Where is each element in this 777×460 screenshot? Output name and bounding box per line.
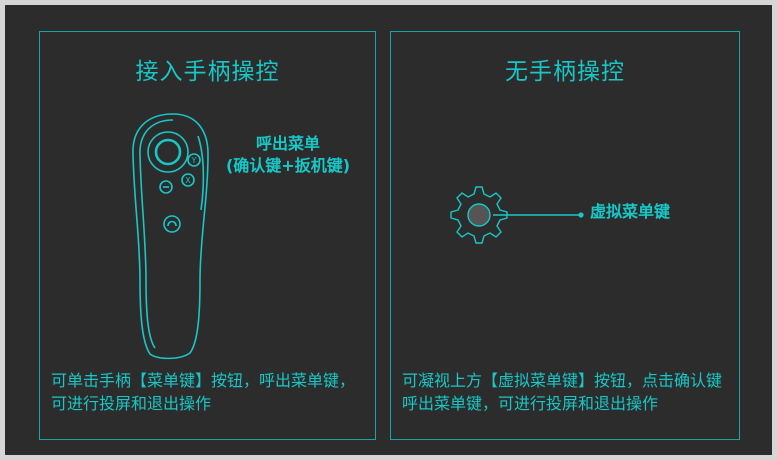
controller-description: 可单击手柄【菜单键】按钮，呼出菜单键，可进行投屏和退出操作	[51, 371, 356, 413]
no-controller-panel: 无手柄操控 虚拟菜单键 可凝视上方【虚拟菜单键】按钮，点击确认键呼出菜单键，可进…	[390, 31, 740, 440]
app-frame: 接入手柄操控 Y X 呼出菜单 (确认键+扳机键) 可单击手柄【菜单键】按钮，呼…	[5, 5, 772, 455]
menu-callout-line1: 呼出菜单	[255, 134, 320, 153]
virtual-menu-gear-icon[interactable]	[445, 184, 585, 246]
menu-callout: 呼出菜单 (确认键+扳机键)	[208, 133, 368, 177]
no-controller-panel-title: 无手柄操控	[505, 59, 625, 85]
controller-panel-title: 接入手柄操控	[135, 59, 280, 85]
no-controller-description: 可凝视上方【虚拟菜单键】按钮，点击确认键呼出菜单键，可进行投屏和退出操作	[402, 371, 723, 413]
menu-callout-line2: (确认键+扳机键)	[225, 156, 351, 175]
controller-panel: 接入手柄操控 Y X 呼出菜单 (确认键+扳机键) 可单击手柄【菜单键】按钮，呼…	[39, 31, 376, 440]
svg-text:X: X	[185, 176, 191, 185]
virtual-menu-callout: 虚拟菜单键	[590, 202, 671, 221]
svg-text:Y: Y	[191, 156, 197, 165]
controller-icon: Y X	[132, 113, 209, 360]
